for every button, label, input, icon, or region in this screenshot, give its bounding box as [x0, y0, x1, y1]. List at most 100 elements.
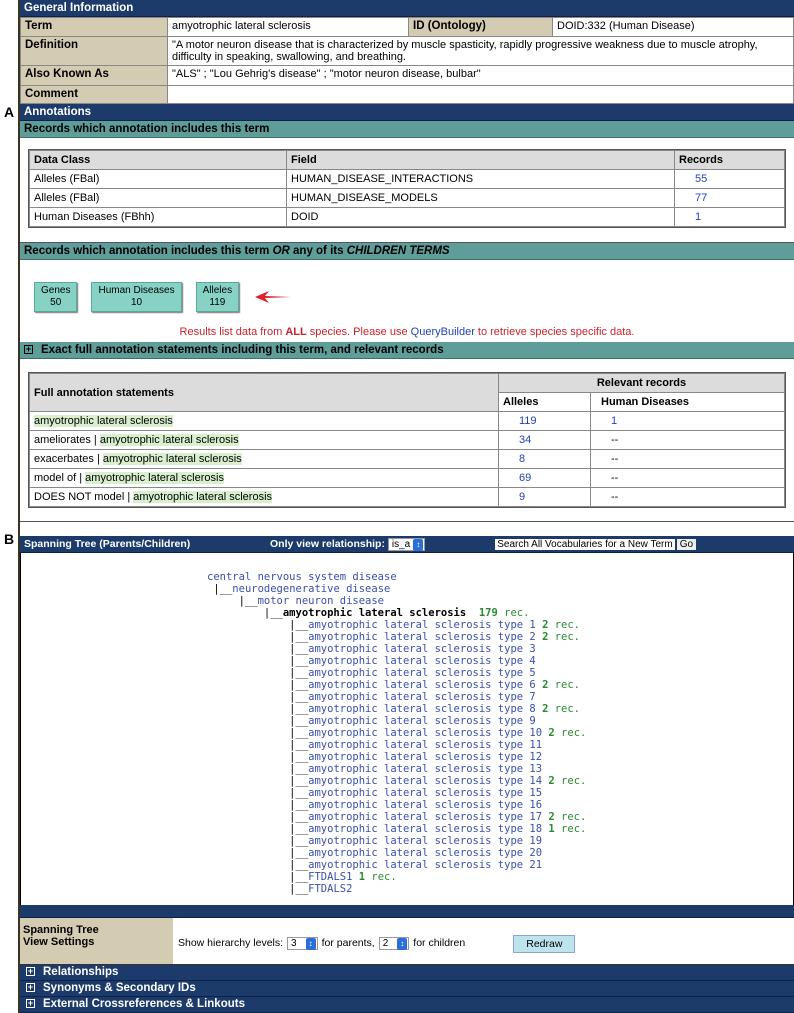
term-label: Term [20, 17, 168, 37]
tree-parent-link[interactable]: motor neuron disease [258, 595, 384, 607]
term-value: amyotrophic lateral sclerosis [167, 17, 409, 37]
statement-row: amyotrophic lateral sclerosis 119 1 [29, 411, 785, 431]
tree-child-link[interactable]: amyotrophic lateral sclerosis type 2 [308, 631, 536, 643]
alleles-results-button[interactable]: Alleles 119 [195, 281, 240, 312]
tree-child-link[interactable]: FTDALS2 [308, 883, 352, 895]
tree-child: |__amyotrophic lateral sclerosis type 20 [207, 847, 543, 859]
expand-icon[interactable]: + [26, 999, 35, 1009]
tree-child-link[interactable]: amyotrophic lateral sclerosis type 4 [308, 655, 536, 667]
figure-label-b: B [4, 531, 15, 547]
tree-child-link[interactable]: amyotrophic lateral sclerosis type 16 [308, 799, 542, 811]
alleles-count-link[interactable]: 69 [498, 468, 591, 488]
species-note: Results list data from ALL species. Plea… [179, 326, 635, 338]
alleles-count-link[interactable]: 9 [498, 487, 591, 507]
col-alleles: Alleles [498, 392, 591, 412]
alleles-count-link[interactable]: 119 [498, 411, 591, 431]
human-diseases-count[interactable]: 1 [590, 411, 785, 431]
tree-parent: |__neurodegenerative disease [207, 583, 391, 595]
tree-child-link[interactable]: amyotrophic lateral sclerosis type 9 [308, 715, 536, 727]
col-human-diseases: Human Diseases [590, 392, 785, 412]
tree-child-link[interactable]: amyotrophic lateral sclerosis type 12 [308, 751, 542, 763]
human-diseases-results-button[interactable]: Human Diseases 10 [91, 281, 182, 312]
col-data-class: Data Class [29, 150, 287, 170]
alleles-count-link[interactable]: 34 [498, 430, 591, 450]
expand-icon[interactable]: + [26, 967, 35, 977]
red-arrow-annotation [255, 290, 292, 303]
tree-child-link[interactable]: amyotrophic lateral sclerosis type 8 [308, 703, 536, 715]
comment-label: Comment [20, 85, 168, 104]
querybuilder-link[interactable]: QueryBuilder [411, 326, 475, 338]
tree-child: |__amyotrophic lateral sclerosis type 15 [207, 787, 543, 799]
tree-child-link[interactable]: amyotrophic lateral sclerosis type 13 [308, 763, 542, 775]
record-count-link[interactable]: 77 [674, 188, 785, 208]
children-levels-select[interactable]: 2 [378, 937, 410, 950]
exact-statements-header[interactable]: + Exact full annotation statements includ… [20, 342, 794, 359]
record-row: Alleles (FBal) HUMAN_DISEASE_MODELS 77 [29, 188, 785, 208]
expand-icon[interactable]: + [26, 983, 35, 993]
tree-child: |__amyotrophic lateral sclerosis type 5 [207, 667, 536, 679]
tree-child-link[interactable]: amyotrophic lateral sclerosis type 14 [308, 775, 542, 787]
comment-value [167, 85, 794, 104]
annotations-header: Annotations [20, 104, 794, 121]
tree-child: |__amyotrophic lateral sclerosis type 4 [207, 655, 536, 667]
tree-child-link[interactable]: amyotrophic lateral sclerosis type 21 [308, 859, 542, 871]
tree-child: |__amyotrophic lateral sclerosis type 9 [207, 715, 536, 727]
tree-child: |__amyotrophic lateral sclerosis type 2 … [207, 631, 581, 643]
children-records-header: Records which annotation includes this t… [20, 243, 794, 260]
tree-child: |__amyotrophic lateral sclerosis type 19 [207, 835, 543, 847]
parents-levels-select[interactable]: 3 [287, 937, 318, 950]
tree-parent: |__motor neuron disease [207, 595, 385, 607]
human-diseases-count: -- [590, 449, 785, 469]
general-info-table: Term amyotrophic lateral sclerosis ID (Ont… [20, 17, 794, 104]
spanning-tree-header: Spanning Tree (Parents/Children) Only vi… [20, 536, 794, 553]
go-button[interactable]: Go [676, 538, 697, 550]
tree-child: |__amyotrophic lateral sclerosis type 16 [207, 799, 543, 811]
term-report: General Information Term amyotrophic late… [18, 0, 794, 1013]
tree-parent-link[interactable]: neurodegenerative disease [232, 583, 390, 595]
section-toggle[interactable]: + Synonyms & Secondary IDs [20, 981, 794, 997]
section-toggle[interactable]: + Relationships [20, 965, 794, 981]
human-diseases-count: -- [590, 430, 785, 450]
tree-current: |__amyotrophic lateral sclerosis 179 rec… [207, 607, 530, 619]
definition-value: "A motor neuron disease that is characte… [167, 36, 794, 66]
tree-child-link[interactable]: amyotrophic lateral sclerosis type 5 [308, 667, 536, 679]
redraw-button[interactable]: Redraw [513, 935, 576, 953]
tree-parent-link[interactable]: central nervous system disease [207, 571, 397, 583]
tree-child-link[interactable]: amyotrophic lateral sclerosis type 17 [308, 811, 542, 823]
aka-label: Also Known As [20, 65, 168, 86]
expand-icon[interactable]: + [24, 345, 33, 355]
alleles-count-link[interactable]: 8 [498, 449, 591, 469]
relationship-select[interactable]: is_a [387, 537, 426, 551]
record-row: Alleles (FBal) HUMAN_DISEASE_INTERACTIONS… [29, 169, 785, 189]
id-label: ID (Ontology) [408, 17, 553, 37]
records-header: Records which annotation includes this t… [20, 121, 794, 138]
tree-child: |__amyotrophic lateral sclerosis type 18… [207, 823, 587, 835]
search-vocab-input[interactable]: Search All Vocabularies for a New Term [495, 538, 675, 550]
tree-child-link[interactable]: amyotrophic lateral sclerosis type 7 [308, 691, 536, 703]
divider-bar [20, 905, 794, 918]
tree-child: |__FTDALS1 1 rec. [207, 871, 397, 883]
tree-child: |__amyotrophic lateral sclerosis type 6 … [207, 679, 581, 691]
record-count-link[interactable]: 1 [674, 207, 785, 227]
tree-child: |__amyotrophic lateral sclerosis type 21 [207, 859, 543, 871]
statement-row: exacerbates | amyotrophic lateral sclero… [29, 449, 785, 469]
definition-label: Definition [20, 36, 168, 66]
tree-child-link[interactable]: amyotrophic lateral sclerosis type 11 [308, 739, 542, 751]
tree-child-link[interactable]: FTDALS1 [308, 871, 352, 883]
tree-child-link[interactable]: amyotrophic lateral sclerosis type 19 [308, 835, 542, 847]
general-information-header: General Information [20, 0, 794, 17]
tree-child-link[interactable]: amyotrophic lateral sclerosis type 20 [308, 847, 542, 859]
tree-child-link[interactable]: amyotrophic lateral sclerosis type 18 [308, 823, 542, 835]
genes-results-button[interactable]: Genes 50 [34, 281, 78, 312]
human-diseases-count: -- [590, 487, 785, 507]
record-count-link[interactable]: 55 [674, 169, 785, 189]
tree-child-link[interactable]: amyotrophic lateral sclerosis type 6 [308, 679, 536, 691]
tree-child-link[interactable]: amyotrophic lateral sclerosis type 15 [308, 787, 542, 799]
tree-child-link[interactable]: amyotrophic lateral sclerosis type 10 [308, 727, 542, 739]
tree-child-link[interactable]: amyotrophic lateral sclerosis type 1 [308, 619, 536, 631]
figure-label-a: A [4, 104, 15, 120]
col-records: Records [674, 150, 785, 170]
records-table: Data Class Field Records Alleles (FBal) HUM… [29, 150, 785, 227]
tree-child-link[interactable]: amyotrophic lateral sclerosis type 3 [308, 643, 536, 655]
settings-label: Spanning Tree View Settings [20, 918, 173, 964]
